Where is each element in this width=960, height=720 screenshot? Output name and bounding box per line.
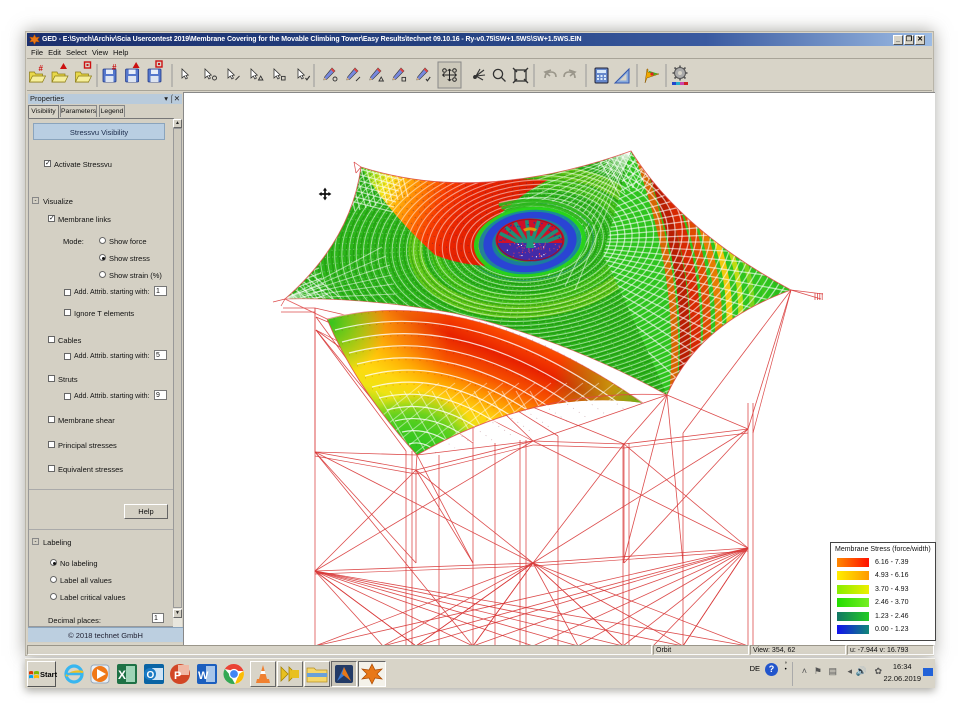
svg-text:#: # [112,63,117,72]
svg-text:W: W [198,670,209,682]
svg-text:#: # [39,64,44,73]
svg-text:P: P [174,670,181,682]
svg-text:X: X [118,668,126,682]
svg-text:O: O [147,670,155,681]
